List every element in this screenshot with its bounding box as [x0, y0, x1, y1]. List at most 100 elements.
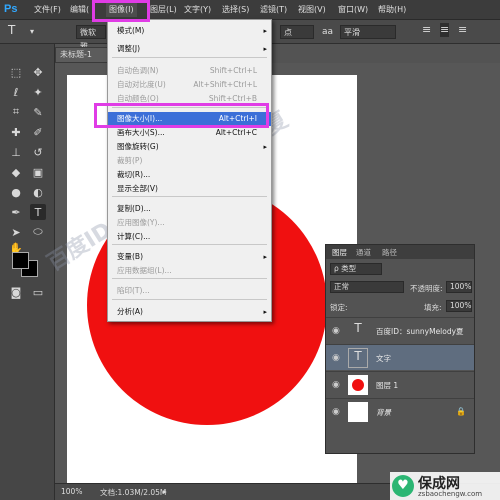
healing-brush-icon[interactable]: ✚: [8, 124, 24, 140]
menu-item[interactable]: 复制(D)...: [108, 202, 271, 216]
quick-mask-icon[interactable]: ◙: [8, 284, 24, 300]
eye-icon[interactable]: ◉: [332, 407, 340, 417]
menu-item[interactable]: 模式(M) ▸: [108, 24, 271, 38]
text-layer-icon: T: [354, 321, 362, 335]
menu-item[interactable]: 显示全部(V): [108, 182, 271, 196]
brush-tool-icon[interactable]: ✐: [30, 124, 46, 140]
submenu-arrow-icon: ▸: [263, 308, 267, 316]
menu-window[interactable]: 窗口(W): [338, 3, 368, 17]
menu-item-label: 裁剪(P): [117, 156, 143, 165]
text-layer-icon: T: [348, 348, 368, 368]
tab-channels[interactable]: 通道: [356, 247, 371, 258]
tools-panel: ⬚ ✥ ℓ ✦ ⌗ ✎ ✚ ✐ ⊥ ↺ ◆ ▣ ● ◐ ✒ T ➤ ⬭ ✋ ◙ …: [0, 44, 55, 500]
gradient-tool-icon[interactable]: ▣: [30, 164, 46, 180]
photoshop-window: Ps 文件(F) 编辑( 图像(I) 图层(L) 文字(Y) 选择(S) 滤镜(…: [0, 0, 500, 500]
layer-name: 背景: [376, 408, 391, 417]
align-center-icon[interactable]: ≡: [440, 23, 450, 37]
foreground-color-swatch[interactable]: [12, 252, 29, 269]
eye-icon[interactable]: ◉: [332, 380, 340, 390]
magic-wand-icon[interactable]: ✦: [30, 84, 46, 100]
image-size-highlight-box: [94, 103, 269, 128]
lock-label: 锁定:: [330, 303, 348, 312]
document-tab-label: 未标题-1: [60, 50, 92, 59]
menu-separator: [112, 57, 267, 58]
site-logo-icon: ♥: [392, 475, 414, 497]
menu-select[interactable]: 选择(S): [222, 3, 249, 17]
menu-separator: [112, 244, 267, 245]
history-brush-icon[interactable]: ↺: [30, 144, 46, 160]
menu-item[interactable]: 陷印(T)...: [108, 284, 271, 298]
fill-label: 填充:: [424, 303, 442, 312]
layer-row[interactable]: ◉ 图层 1: [326, 371, 474, 397]
layer-filter-select[interactable]: ρ 类型: [330, 263, 382, 275]
eraser-tool-icon[interactable]: ◆: [8, 164, 24, 180]
menu-item[interactable]: 应用图像(Y)...: [108, 216, 271, 230]
align-left-icon[interactable]: ≡: [422, 23, 431, 37]
menu-item[interactable]: 图像旋转(G) ▸: [108, 140, 271, 154]
menu-item-shortcut: Alt+Ctrl+C: [215, 128, 257, 137]
layer-row[interactable]: ◉ T 文字: [326, 344, 474, 370]
menu-item[interactable]: 分析(A) ▸: [108, 305, 271, 319]
menu-help[interactable]: 帮助(H): [378, 3, 406, 17]
font-family-field[interactable]: 微软雅: [76, 25, 106, 51]
lock-icon: 🔒: [456, 407, 466, 416]
layer-thumbnail: [348, 402, 368, 422]
menu-item[interactable]: 自动色调(N) Shift+Ctrl+L: [108, 64, 271, 78]
menu-item-label: 调整(J): [117, 44, 141, 53]
doc-info: 文档:1.03M/2.05M: [100, 488, 167, 497]
menu-item-shortcut: Alt+Shift+Ctrl+L: [193, 80, 257, 89]
pen-tool-icon[interactable]: ✒: [8, 204, 24, 220]
menu-separator: [112, 278, 267, 279]
eye-icon[interactable]: ◉: [332, 353, 340, 363]
tab-paths[interactable]: 路径: [382, 247, 397, 258]
tab-layers[interactable]: 图层: [332, 247, 347, 258]
menu-filter[interactable]: 滤镜(T): [260, 3, 287, 17]
menu-file[interactable]: 文件(F): [34, 3, 61, 17]
blur-tool-icon[interactable]: ●: [8, 184, 24, 200]
type-tool-icon[interactable]: T: [30, 204, 46, 220]
menu-view[interactable]: 视图(V): [298, 3, 326, 17]
marquee-tool-icon[interactable]: ⬚: [8, 64, 24, 80]
eyedropper-icon[interactable]: ✎: [30, 104, 46, 120]
align-right-icon[interactable]: ≡: [458, 23, 467, 37]
fill-field[interactable]: 100%: [446, 300, 472, 312]
menu-item[interactable]: 自动对比度(U) Alt+Shift+Ctrl+L: [108, 78, 271, 92]
menu-item-shortcut: Shift+Ctrl+L: [209, 66, 257, 75]
menu-type[interactable]: 文字(Y): [184, 3, 211, 17]
menu-item[interactable]: 变量(B) ▸: [108, 250, 271, 264]
menu-item[interactable]: 调整(J) ▸: [108, 42, 271, 56]
menu-bar: Ps 文件(F) 编辑( 图像(I) 图层(L) 文字(Y) 选择(S) 滤镜(…: [0, 0, 500, 20]
screen-mode-icon[interactable]: ▭: [30, 284, 46, 300]
clone-stamp-icon[interactable]: ⊥: [8, 144, 24, 160]
menu-item[interactable]: 裁切(R)...: [108, 168, 271, 182]
menu-layer[interactable]: 图层(L): [150, 3, 177, 17]
red-circle-thumb: [352, 379, 364, 391]
menu-item-label: 变量(B): [117, 252, 143, 261]
menu-item[interactable]: 画布大小(S)... Alt+Ctrl+C: [108, 126, 271, 140]
path-select-icon[interactable]: ➤: [8, 224, 24, 240]
opacity-field[interactable]: 100%: [446, 281, 472, 293]
font-size-field[interactable]: 点: [280, 25, 314, 39]
layer-row[interactable]: ◉ T 百度ID：sunnyMelody夏: [326, 317, 474, 343]
eye-icon[interactable]: ◉: [332, 326, 340, 336]
move-tool-icon[interactable]: ✥: [30, 64, 46, 80]
chevron-right-icon[interactable]: ▸: [163, 487, 167, 496]
chevron-down-icon[interactable]: ▾: [30, 25, 34, 39]
menu-item[interactable]: 计算(C)...: [108, 230, 271, 244]
menu-item-label: 自动对比度(U): [117, 80, 166, 89]
shape-tool-icon[interactable]: ⬭: [30, 224, 46, 240]
menu-item[interactable]: 裁剪(P): [108, 154, 271, 168]
crop-tool-icon[interactable]: ⌗: [8, 104, 24, 120]
lasso-tool-icon[interactable]: ℓ: [8, 84, 24, 100]
layer-name: 图层 1: [376, 381, 399, 390]
menu-item[interactable]: 应用数据组(L)...: [108, 264, 271, 278]
blend-mode-select[interactable]: 正常: [330, 281, 404, 293]
type-tool-icon[interactable]: T: [8, 23, 15, 37]
menu-separator: [112, 299, 267, 300]
ps-logo: Ps: [4, 3, 18, 15]
menu-edit[interactable]: 编辑(: [70, 3, 89, 17]
dodge-tool-icon[interactable]: ◐: [30, 184, 46, 200]
layer-row[interactable]: ◉ 背景 🔒: [326, 398, 474, 424]
antialias-icon: aa: [322, 27, 334, 37]
zoom-level[interactable]: 100%: [61, 487, 82, 496]
